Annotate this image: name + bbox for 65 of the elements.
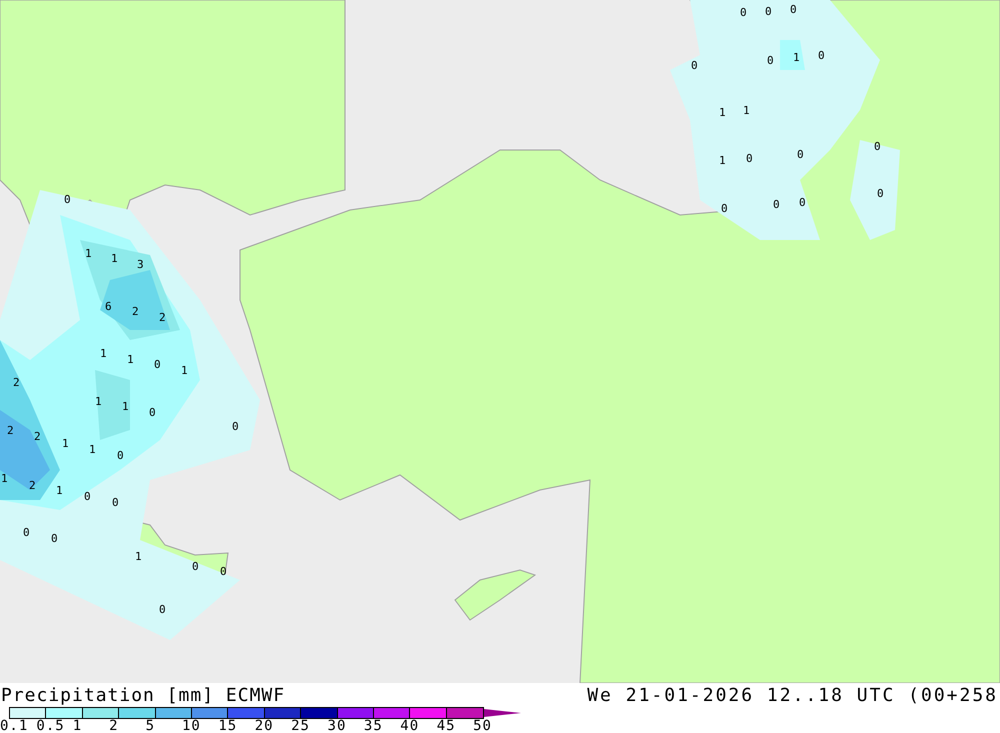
precipitation-value: 1 bbox=[56, 485, 63, 497]
precipitation-value: 1 bbox=[793, 52, 800, 64]
precipitation-value: 0 bbox=[799, 197, 806, 209]
precipitation-value: 2 bbox=[29, 480, 36, 492]
precipitation-value: 0 bbox=[765, 6, 772, 18]
scale-tick-label: 1 bbox=[72, 719, 84, 733]
precipitation-value: 1 bbox=[122, 401, 129, 413]
precipitation-value: 1 bbox=[100, 348, 107, 360]
precipitation-value: 3 bbox=[137, 259, 144, 271]
scale-tick-label: 25 bbox=[291, 719, 311, 733]
scale-tick-label: 35 bbox=[364, 719, 384, 733]
precipitation-value: 0 bbox=[220, 566, 227, 578]
scale-tick-label: 10 bbox=[182, 719, 202, 733]
precipitation-value: 2 bbox=[7, 425, 14, 437]
precipitation-value: 0 bbox=[877, 188, 884, 200]
scale-tick-label: 2 bbox=[109, 719, 120, 733]
precipitation-value: 0 bbox=[818, 50, 825, 62]
precipitation-value: 0 bbox=[740, 7, 747, 19]
precipitation-value: 1 bbox=[719, 155, 726, 167]
precipitation-value: 1 bbox=[719, 107, 726, 119]
precipitation-value: 1 bbox=[89, 444, 96, 456]
precipitation-value: 0 bbox=[84, 491, 91, 503]
precipitation-value: 2 bbox=[34, 431, 41, 443]
precipitation-value: 1 bbox=[743, 105, 750, 117]
precipitation-value: 0 bbox=[23, 527, 30, 539]
precipitation-value: 0 bbox=[874, 141, 881, 153]
scale-tick-label: 40 bbox=[400, 719, 420, 733]
precipitation-value: 2 bbox=[159, 312, 166, 324]
precipitation-value: 0 bbox=[767, 55, 774, 67]
precipitation-value: 0 bbox=[232, 421, 239, 433]
precipitation-value: 1 bbox=[181, 365, 188, 377]
precipitation-value: 1 bbox=[111, 253, 118, 265]
precipitation-value: 0 bbox=[159, 604, 166, 616]
precipitation-value: 1 bbox=[127, 354, 134, 366]
scale-tick-label: 0.5 bbox=[36, 719, 66, 733]
scale-tick-label: 30 bbox=[328, 719, 348, 733]
precipitation-value: 0 bbox=[154, 359, 161, 371]
scale-tick-label: 45 bbox=[436, 719, 457, 733]
precipitation-value: 1 bbox=[85, 248, 92, 260]
precipitation-value: 1 bbox=[135, 551, 142, 563]
precipitation-value: 0 bbox=[112, 497, 119, 509]
scale-tick-label: 0.1 bbox=[0, 719, 30, 733]
precipitation-value: 0 bbox=[746, 153, 753, 165]
precipitation-value: 2 bbox=[13, 377, 20, 389]
precipitation-value: 1 bbox=[1, 473, 8, 485]
precipitation-value: 0 bbox=[790, 4, 797, 16]
precipitation-value: 1 bbox=[62, 438, 69, 450]
precipitation-value: 0 bbox=[721, 203, 728, 215]
scale-tick-label: 5 bbox=[146, 719, 156, 733]
scale-tick-label: 50 bbox=[473, 719, 493, 733]
forecast-date: We 21-01-2026 12..18 UTC (00+258 bbox=[587, 684, 998, 706]
precipitation-value: 0 bbox=[797, 149, 804, 161]
precipitation-value: 0 bbox=[149, 407, 156, 419]
scale-tick-label: 15 bbox=[218, 719, 238, 733]
precipitation-value: 1 bbox=[95, 396, 102, 408]
scale-tick-label: 20 bbox=[254, 719, 275, 733]
precipitation-value: 0 bbox=[691, 60, 698, 72]
precipitation-value: 0 bbox=[117, 450, 124, 462]
precipitation-value: 0 bbox=[192, 561, 199, 573]
precipitation-value: 6 bbox=[105, 301, 112, 313]
chart-title: Precipitation [mm] ECMWF bbox=[0, 684, 286, 706]
precipitation-value: 2 bbox=[132, 306, 139, 318]
precipitation-value: 0 bbox=[64, 194, 71, 206]
precipitation-value: 0 bbox=[773, 199, 780, 211]
precipitation-value: 0 bbox=[51, 533, 58, 545]
